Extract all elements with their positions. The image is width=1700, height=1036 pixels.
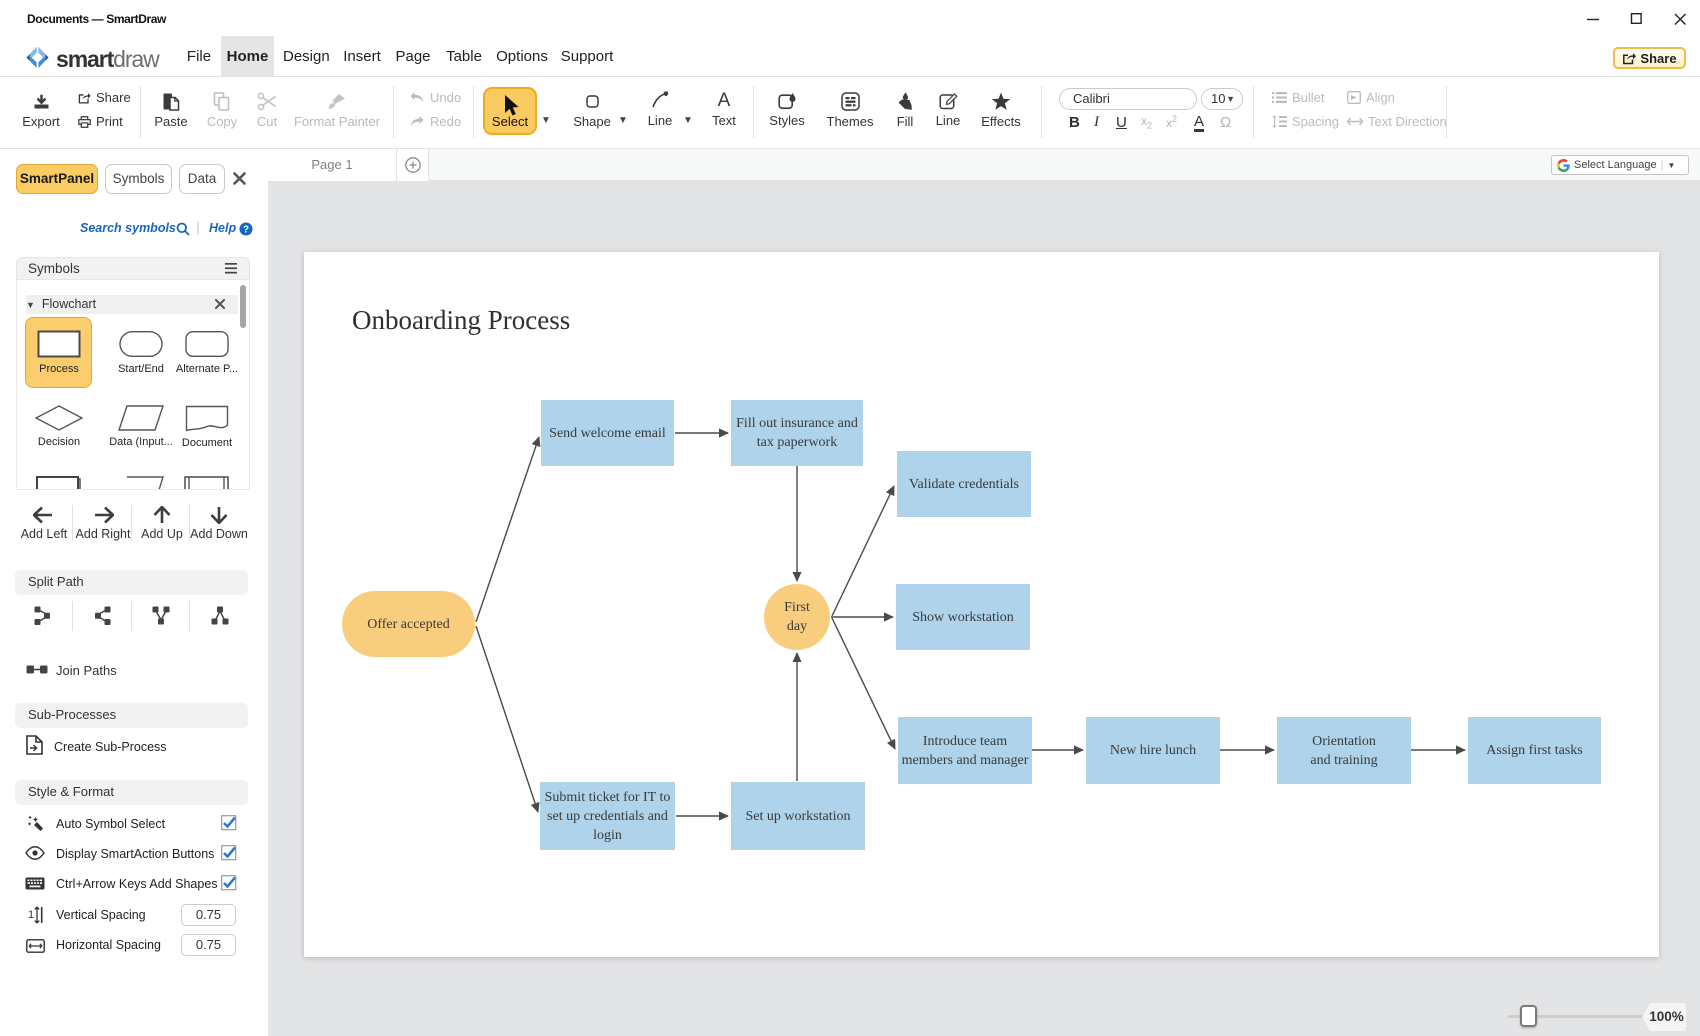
svg-text:?: ?: [243, 224, 249, 235]
svg-text:A: A: [718, 91, 731, 109]
svg-text:1: 1: [28, 909, 34, 921]
